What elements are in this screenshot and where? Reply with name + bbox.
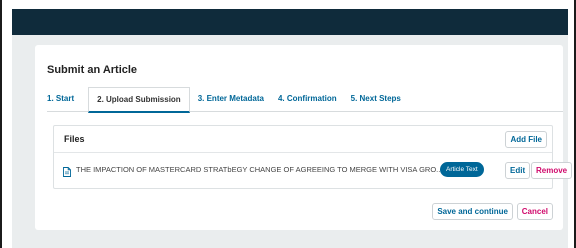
document-icon [63,164,71,177]
save-and-continue-button[interactable]: Save and continue [432,203,513,220]
remove-file-button[interactable]: Remove [531,162,573,179]
file-name-link[interactable]: THE IMPACTION OF MASTERCARD STRATbEGY CH… [76,165,442,174]
tab-next-steps[interactable]: 5. Next Steps [351,87,409,112]
page-background: Submit an Article 1. Start 2. Upload Sub… [12,35,573,248]
tab-enter-metadata[interactable]: 3. Enter Metadata [198,87,272,112]
tab-upload-submission[interactable]: 2. Upload Submission [88,87,190,113]
cancel-button[interactable]: Cancel [516,203,553,220]
edit-file-button[interactable]: Edit [505,162,531,179]
files-panel-header: Files Add File [54,126,552,153]
top-navigation-bar [12,9,568,35]
add-file-button[interactable]: Add File [505,131,547,148]
files-panel: Files Add File THE IMPACTION OF MASTERCA… [53,125,573,189]
files-title: Files [64,134,85,144]
file-type-badge[interactable]: Article Text [440,162,484,177]
page-title: Submit an Article [47,64,138,76]
tab-start[interactable]: 1. Start [47,87,82,112]
file-list-item: THE IMPACTION OF MASTERCARD STRATbEGY CH… [54,153,573,189]
submission-steps-tabs: 1. Start 2. Upload Submission 3. Enter M… [47,87,563,113]
tab-confirmation[interactable]: 4. Confirmation [278,87,345,112]
submission-card: Submit an Article 1. Start 2. Upload Sub… [35,45,573,230]
browser-frame: Submit an Article 1. Start 2. Upload Sub… [0,0,576,248]
